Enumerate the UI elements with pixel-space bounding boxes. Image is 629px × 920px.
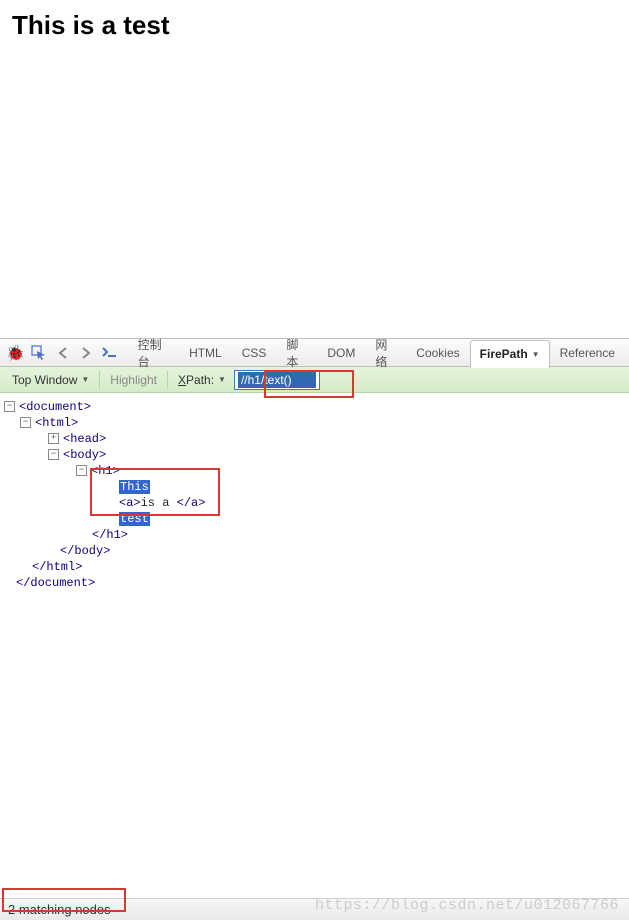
highlight-button[interactable]: Highlight xyxy=(104,372,163,388)
tab-dom[interactable]: DOM xyxy=(317,339,365,367)
status-bar: 2 matching nodes xyxy=(0,898,629,920)
page-content: This is a test xyxy=(0,0,629,338)
back-button[interactable] xyxy=(52,342,74,364)
xpath-label-underline: X xyxy=(178,373,186,387)
tab-cookies[interactable]: Cookies xyxy=(406,339,469,367)
tab-network[interactable]: 网络 xyxy=(365,339,406,367)
tab-firepath-label: FirePath xyxy=(480,347,528,361)
collapse-icon[interactable]: − xyxy=(20,417,31,428)
xpath-selector[interactable]: XPath: ▼ xyxy=(172,372,232,388)
tab-firepath[interactable]: FirePath ▼ xyxy=(470,340,550,368)
tab-html[interactable]: HTML xyxy=(179,339,232,367)
chevron-down-icon: ▼ xyxy=(532,350,540,359)
status-text: 2 matching nodes xyxy=(8,902,111,917)
heading-text-2: is a xyxy=(73,10,124,40)
devtools-panel: 🐞 控制台 HTML CSS 脚本 DOM 网络 Cookies FirePat… xyxy=(0,338,629,597)
tab-css[interactable]: CSS xyxy=(232,339,277,367)
matched-text-1[interactable]: This xyxy=(119,480,150,494)
xpath-input[interactable] xyxy=(238,372,316,388)
forward-button[interactable] xyxy=(76,342,98,364)
firepath-toolbar: Top Window ▼ Highlight XPath: ▼ xyxy=(0,367,629,393)
heading-text-3: test xyxy=(123,10,169,40)
tab-reference[interactable]: Reference xyxy=(550,339,625,367)
tab-script[interactable]: 脚本 xyxy=(276,339,317,367)
collapse-icon[interactable]: − xyxy=(76,465,87,476)
dom-head[interactable]: <head> xyxy=(63,432,106,446)
chevron-down-icon: ▼ xyxy=(218,375,226,384)
dom-tree[interactable]: −<document> −<html> +<head> −<body> −<h1… xyxy=(0,393,629,597)
expand-icon[interactable]: + xyxy=(48,433,59,444)
page-heading: This is a test xyxy=(12,10,617,41)
dom-a-text[interactable]: is a xyxy=(141,496,177,510)
dom-html-open[interactable]: <html> xyxy=(35,416,78,430)
collapse-icon[interactable]: − xyxy=(4,401,15,412)
dom-html-close[interactable]: </html> xyxy=(32,560,82,574)
devtools-toolbar: 🐞 控制台 HTML CSS 脚本 DOM 网络 Cookies FirePat… xyxy=(0,339,629,367)
tab-group: 控制台 HTML CSS 脚本 DOM 网络 Cookies FirePath … xyxy=(128,339,625,367)
heading-text-1: This xyxy=(12,10,73,40)
dom-body-open[interactable]: <body> xyxy=(63,448,106,462)
dom-h1-open[interactable]: <h1> xyxy=(91,464,120,478)
context-label: Top Window xyxy=(12,373,77,387)
xpath-label: Path: xyxy=(186,373,214,387)
chevron-down-icon: ▼ xyxy=(81,375,89,384)
collapse-icon[interactable]: − xyxy=(48,449,59,460)
dom-a-close[interactable]: </a> xyxy=(177,496,206,510)
inspect-icon[interactable] xyxy=(29,342,51,364)
firebug-icon[interactable]: 🐞 xyxy=(5,342,27,364)
separator xyxy=(99,371,100,389)
dom-document-close[interactable]: </document> xyxy=(16,576,95,590)
dom-h1-close[interactable]: </h1> xyxy=(92,528,128,542)
command-line-icon[interactable] xyxy=(99,342,121,364)
xpath-input-wrap xyxy=(234,370,320,390)
dom-a-open[interactable]: <a> xyxy=(119,496,141,510)
dom-body-close[interactable]: </body> xyxy=(60,544,110,558)
context-selector[interactable]: Top Window ▼ xyxy=(6,372,95,388)
dom-document-open[interactable]: <document> xyxy=(19,400,91,414)
tab-console[interactable]: 控制台 xyxy=(128,339,179,367)
separator xyxy=(167,371,168,389)
matched-text-2[interactable]: test xyxy=(119,512,150,526)
